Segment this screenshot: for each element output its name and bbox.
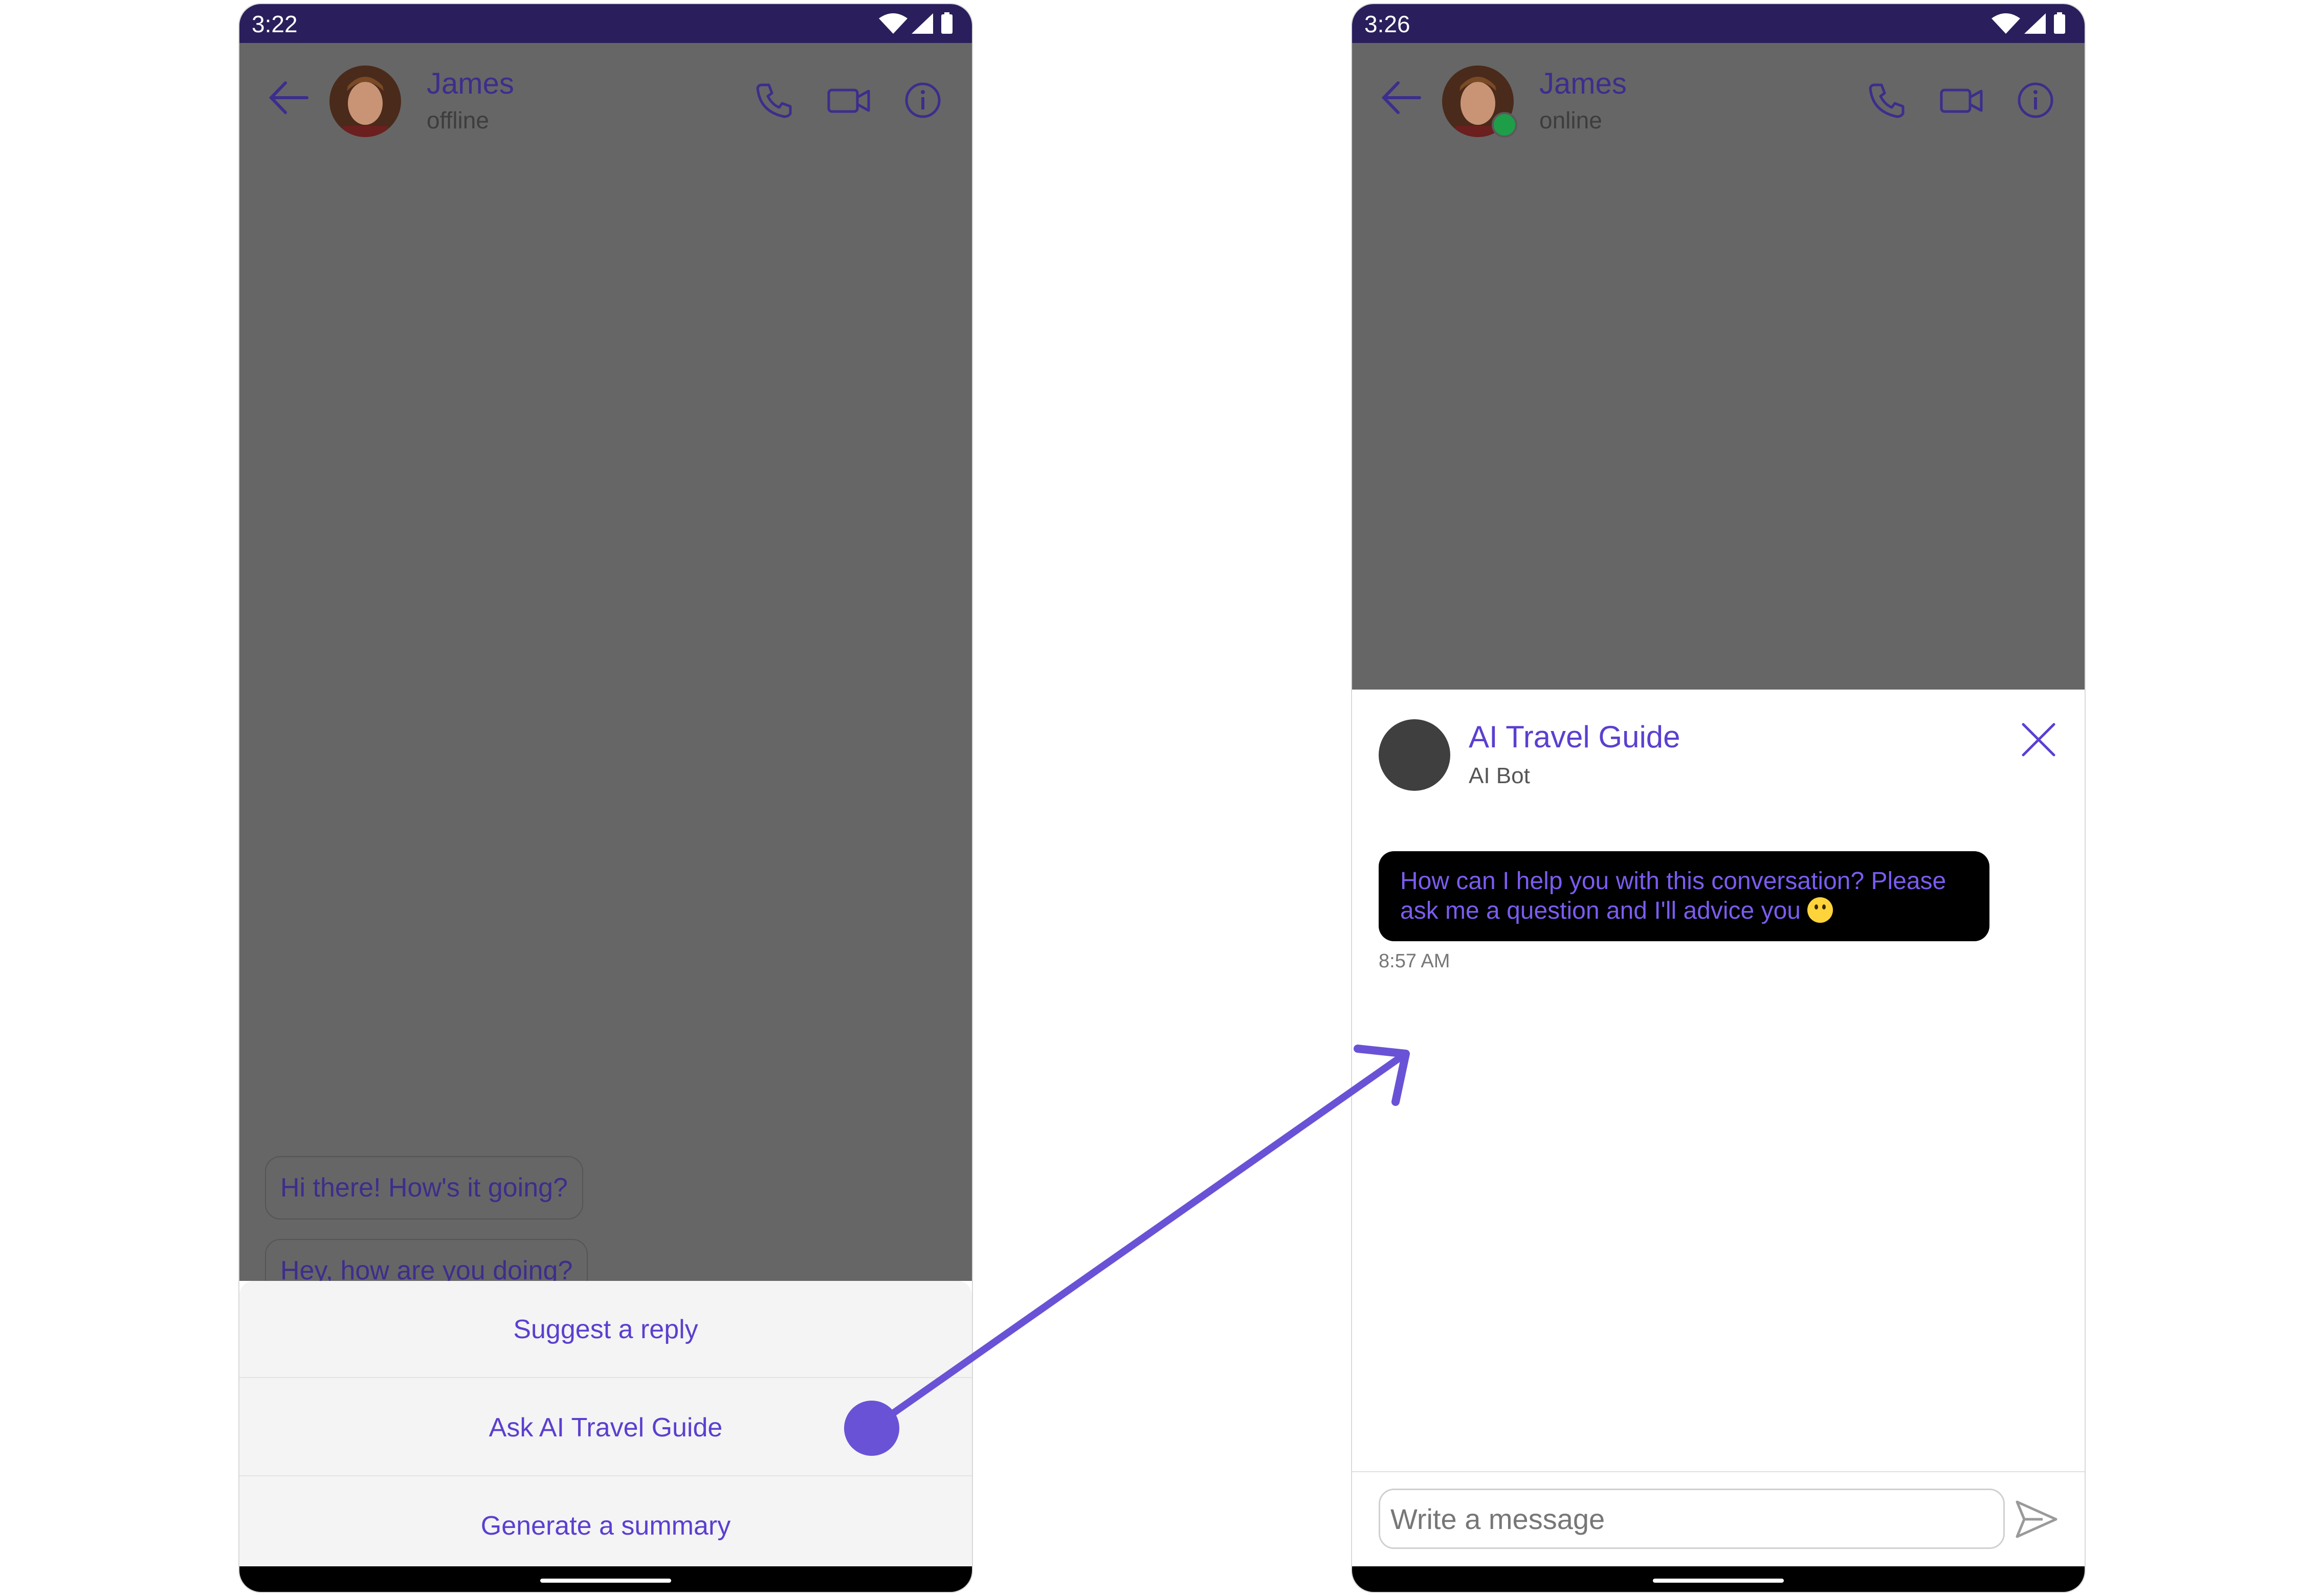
tap-indicator: [844, 1401, 899, 1456]
flow-arrow: [844, 1045, 1410, 1456]
